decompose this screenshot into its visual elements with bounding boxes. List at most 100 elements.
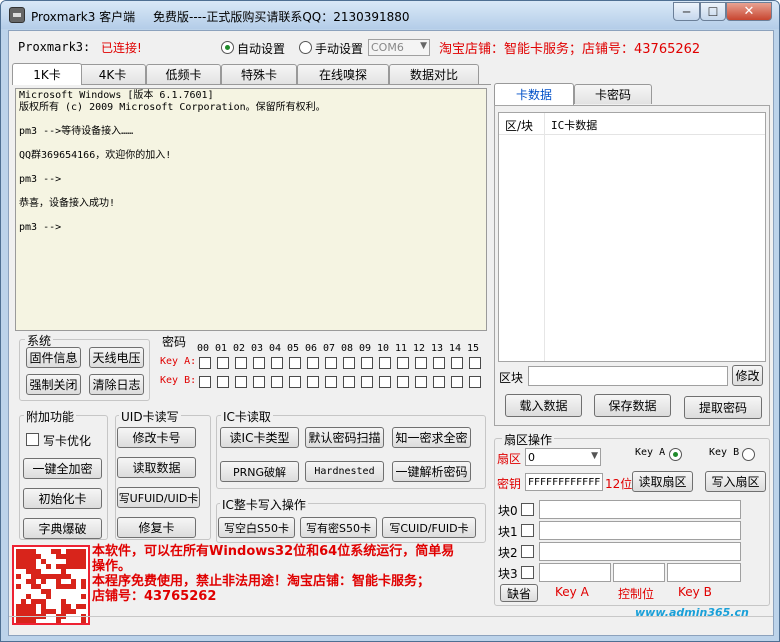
footer-key-b: Key B (678, 585, 712, 599)
key-a-checkbox-15[interactable] (469, 357, 481, 369)
key-a-checkbox-05[interactable] (289, 357, 301, 369)
default-key-scan-button[interactable]: 默认密码扫描 (305, 427, 384, 448)
one-key-encrypt-button[interactable]: 一键全加密 (23, 458, 102, 479)
key-b-checkbox-02[interactable] (235, 376, 247, 388)
tab-special[interactable]: 特殊卡 (221, 64, 297, 84)
antenna-voltage-button[interactable]: 天线电压 (89, 347, 144, 368)
clear-log-button[interactable]: 清除日志 (89, 374, 144, 395)
close-button[interactable]: ✕ (726, 2, 772, 21)
block-checkbox-2[interactable] (521, 545, 534, 558)
block3-control-field[interactable] (613, 563, 665, 582)
auto-setting-radio[interactable] (221, 41, 234, 54)
force-close-button[interactable]: 强制关闭 (26, 374, 81, 395)
repair-card-button[interactable]: 修复卡 (117, 517, 196, 538)
write-ufuid-button[interactable]: 写UFUID/UID卡 (117, 487, 200, 508)
extract-key-button[interactable]: 提取密码 (684, 396, 762, 419)
key-a-checkbox-08[interactable] (343, 357, 355, 369)
write-sector-button[interactable]: 写入扇区 (705, 471, 766, 492)
key-b-checkbox-08[interactable] (343, 376, 355, 388)
modify-uid-button[interactable]: 修改卡号 (117, 427, 196, 448)
tab-4k[interactable]: 4K卡 (79, 64, 146, 84)
key-b-checkbox-00[interactable] (199, 376, 211, 388)
block-data-field-2[interactable] (539, 542, 741, 561)
key-a-checkbox-12[interactable] (415, 357, 427, 369)
key-b-checkbox-03[interactable] (253, 376, 265, 388)
tab-card-keys[interactable]: 卡密码 (574, 84, 652, 104)
key-b-checkbox-04[interactable] (271, 376, 283, 388)
sector-select[interactable]: 0 ▼ (525, 448, 601, 466)
key-b-checkbox-14[interactable] (451, 376, 463, 388)
block-label: 区块 (499, 371, 524, 385)
title-bar[interactable]: Proxmark3 客户端 免费版----正式版购买请联系QQ：21303918… (1, 1, 779, 29)
read-ic-type-button[interactable]: 读IC卡类型 (220, 427, 299, 448)
block-input[interactable] (528, 366, 728, 386)
one-key-decode-button[interactable]: 一键解析密码 (392, 461, 471, 482)
com-port-value: COM6 (371, 41, 404, 54)
key-b-checkbox-12[interactable] (415, 376, 427, 388)
firmware-info-button[interactable]: 固件信息 (26, 347, 81, 368)
key-a-checkbox-09[interactable] (361, 357, 373, 369)
write-keyed-s50-button[interactable]: 写有密S50卡 (300, 517, 377, 538)
key-a-checkbox-13[interactable] (433, 357, 445, 369)
key-b-checkbox-01[interactable] (217, 376, 229, 388)
tab-sniff[interactable]: 在线嗅探 (297, 64, 389, 84)
read-sector-button[interactable]: 读取扇区 (632, 471, 693, 492)
block-checkbox-1[interactable] (521, 524, 534, 537)
block-data-field-1[interactable] (539, 521, 741, 540)
hardnested-button[interactable]: Hardnested (305, 461, 384, 482)
write-blank-s50-button[interactable]: 写空白S50卡 (218, 517, 295, 538)
save-data-button[interactable]: 保存数据 (594, 394, 671, 417)
footer-control-bits: 控制位 (618, 587, 655, 601)
manual-setting-radio[interactable] (299, 41, 312, 54)
block3-key-b-field[interactable] (667, 563, 741, 582)
tab-compare[interactable]: 数据对比 (389, 64, 479, 84)
key-a-checkbox-01[interactable] (217, 357, 229, 369)
key-b-checkbox-10[interactable] (379, 376, 391, 388)
key-a-checkbox-00[interactable] (199, 357, 211, 369)
sector-number-09: 09 (359, 343, 372, 354)
key-a-checkbox-10[interactable] (379, 357, 391, 369)
modify-button[interactable]: 修改 (732, 365, 763, 386)
tab-1k[interactable]: 1K卡 (12, 63, 82, 85)
key-b-checkbox-09[interactable] (361, 376, 373, 388)
block-data-field-0[interactable] (539, 500, 741, 519)
card-data-table[interactable]: 区/块 IC卡数据 (498, 112, 766, 362)
sector-ops-title: 扇区操作 (502, 431, 555, 448)
tab-lf[interactable]: 低频卡 (146, 64, 221, 84)
key-a-checkbox-14[interactable] (451, 357, 463, 369)
key-a-checkbox-02[interactable] (235, 357, 247, 369)
dictionary-attack-button[interactable]: 字典爆破 (23, 518, 102, 539)
key-b-checkbox-15[interactable] (469, 376, 481, 388)
prng-crack-button[interactable]: PRNG破解 (220, 461, 299, 482)
minimize-button[interactable]: ─ (673, 2, 700, 21)
init-card-button[interactable]: 初始化卡 (23, 488, 102, 509)
block3-key-a-field[interactable] (539, 563, 611, 582)
qr-module (81, 619, 86, 623)
nested-attack-button[interactable]: 知一密求全密 (392, 427, 471, 448)
sector-label: 扇区 (497, 452, 522, 466)
block-checkbox-3[interactable] (521, 566, 534, 579)
key-b-checkbox-13[interactable] (433, 376, 445, 388)
key-a-radio[interactable] (669, 448, 682, 461)
key-b-radio[interactable] (742, 448, 755, 461)
block-checkbox-0[interactable] (521, 503, 534, 516)
key-a-checkbox-11[interactable] (397, 357, 409, 369)
key-b-checkbox-06[interactable] (307, 376, 319, 388)
key-b-checkbox-07[interactable] (325, 376, 337, 388)
key-a-checkbox-06[interactable] (307, 357, 319, 369)
key-b-checkbox-05[interactable] (289, 376, 301, 388)
load-data-button[interactable]: 载入数据 (505, 394, 582, 417)
write-cuid-button[interactable]: 写CUID/FUID卡 (382, 517, 476, 538)
write-optimize-checkbox[interactable] (26, 433, 39, 446)
default-button[interactable]: 缺省 (500, 584, 538, 602)
com-port-select[interactable]: COM6 ▼ (368, 39, 430, 56)
console-output[interactable]: Microsoft Windows [版本 6.1.7601] 版权所有 (c)… (15, 88, 487, 331)
tab-card-data[interactable]: 卡数据 (494, 83, 574, 105)
key-input[interactable]: FFFFFFFFFFFF (525, 473, 603, 491)
maximize-button[interactable]: ☐ (700, 2, 726, 21)
key-a-checkbox-03[interactable] (253, 357, 265, 369)
key-a-checkbox-07[interactable] (325, 357, 337, 369)
read-data-button[interactable]: 读取数据 (117, 457, 196, 478)
key-b-checkbox-11[interactable] (397, 376, 409, 388)
key-a-checkbox-04[interactable] (271, 357, 283, 369)
